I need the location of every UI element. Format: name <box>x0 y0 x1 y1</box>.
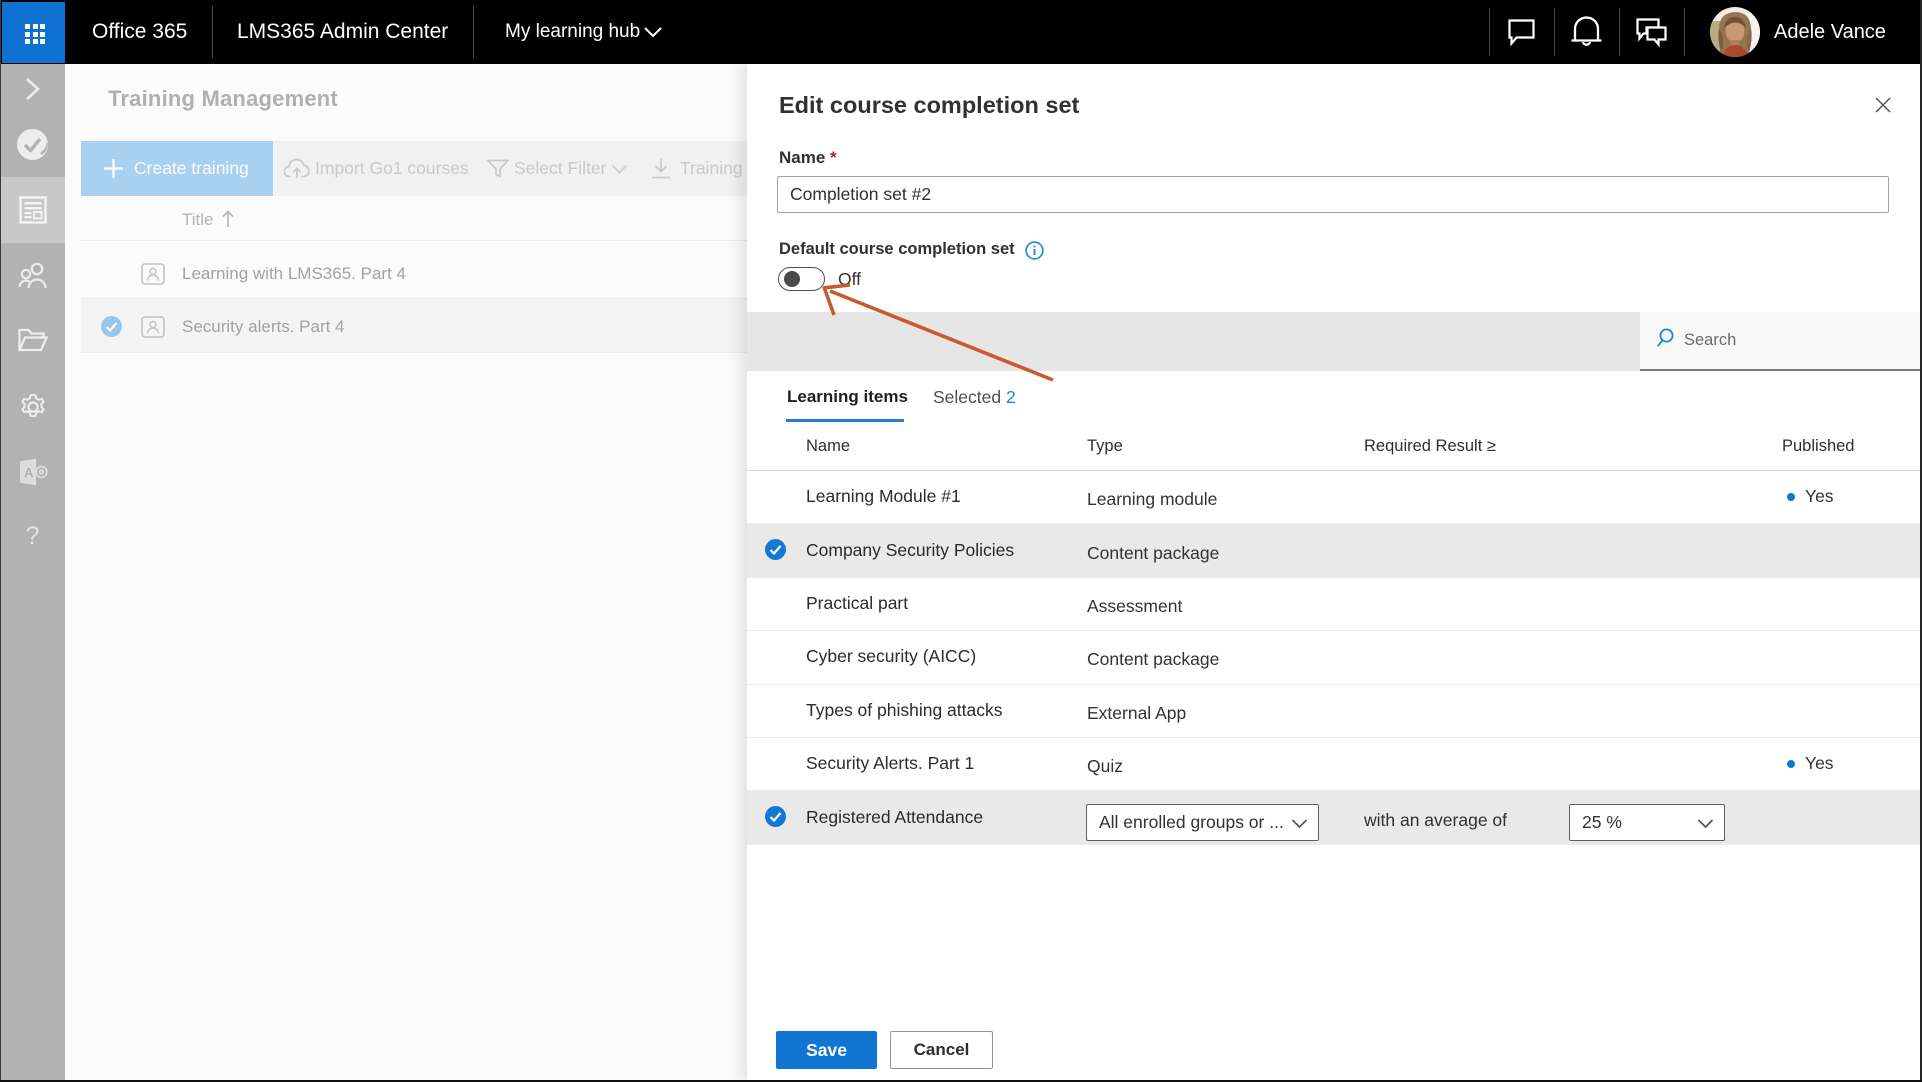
svg-text:A: A <box>24 465 34 480</box>
